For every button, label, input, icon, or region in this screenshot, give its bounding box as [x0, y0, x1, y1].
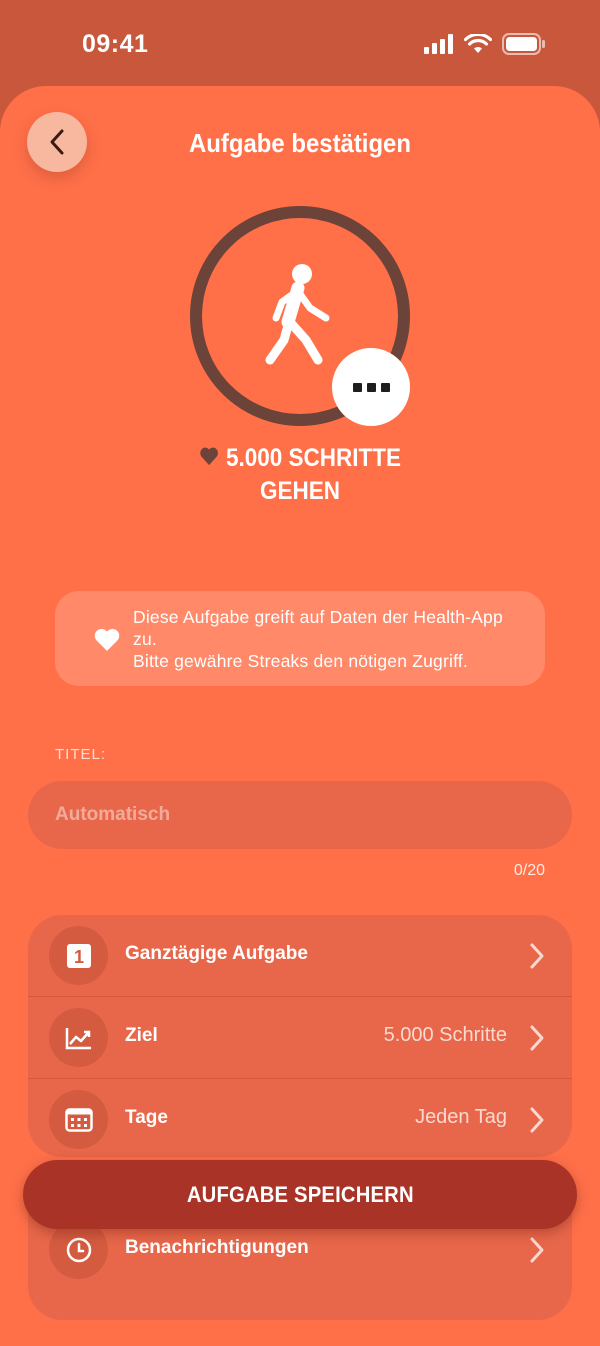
title-input[interactable]: Automatisch: [28, 781, 572, 849]
more-dot: [380, 382, 390, 392]
task-name: 5.000 SCHRITTE GEHEN: [165, 442, 435, 508]
health-access-note[interactable]: Diese Aufgabe greift auf Daten der Healt…: [55, 591, 545, 686]
chart-icon: [65, 1027, 91, 1049]
heart-icon: [200, 447, 218, 466]
walking-person-icon: [265, 264, 330, 365]
icon-circle: 1: [49, 926, 108, 985]
title-placeholder: Automatisch: [55, 804, 171, 825]
health-note-text: Diese Aufgabe greift auf Daten der Healt…: [133, 607, 503, 671]
setting-value: 5.000 Schritte: [383, 1024, 507, 1046]
icon-circle: [49, 1090, 108, 1149]
icon-circle: [49, 1008, 108, 1067]
character-counter: 0/20: [513, 862, 545, 879]
signal-icon: [424, 34, 453, 54]
battery-icon: [502, 33, 545, 55]
setting-row-all-day[interactable]: 1 Ganztägige Aufgabe: [28, 915, 572, 996]
setting-value: Jeden Tag: [415, 1106, 507, 1128]
setting-label: Ziel: [125, 1025, 158, 1046]
setting-label: Tage: [125, 1107, 168, 1128]
heart-icon: [94, 628, 120, 651]
setting-row-days[interactable]: Tage Jeden Tag: [28, 1078, 572, 1157]
more-dot: [366, 382, 376, 392]
title-label: TITEL:: [55, 746, 107, 763]
status-time: 09:41: [82, 30, 149, 58]
save-button-label: AUFGABE SPEICHERN: [186, 1181, 414, 1207]
setting-label: Benachrichtigungen: [125, 1237, 309, 1258]
page-title: Aufgabe bestätigen: [189, 128, 411, 158]
chevron-right-icon: [530, 1237, 544, 1263]
settings-card: 1 Ganztägige Aufgabe Ziel 5.000 Schritte: [28, 915, 572, 1157]
task-name-text: 5.000 SCHRITTE GEHEN: [225, 444, 402, 505]
more-options-button[interactable]: [332, 348, 410, 426]
chevron-right-icon: [530, 1107, 544, 1133]
chevron-right-icon: [530, 1025, 544, 1051]
clock-icon: [66, 1237, 91, 1262]
svg-text:1: 1: [73, 947, 83, 967]
status-bar: 09:41: [0, 0, 600, 88]
setting-label: Ganztägige Aufgabe: [125, 943, 308, 964]
save-task-button[interactable]: AUFGABE SPEICHERN: [23, 1160, 577, 1229]
wifi-icon: [464, 34, 492, 53]
more-dot: [352, 382, 362, 392]
calendar-1-icon: 1: [66, 943, 91, 968]
chevron-right-icon: [530, 943, 544, 969]
status-icons: [424, 33, 546, 55]
calendar-grid-icon: [64, 1107, 93, 1132]
setting-row-goal[interactable]: Ziel 5.000 Schritte: [28, 996, 572, 1078]
